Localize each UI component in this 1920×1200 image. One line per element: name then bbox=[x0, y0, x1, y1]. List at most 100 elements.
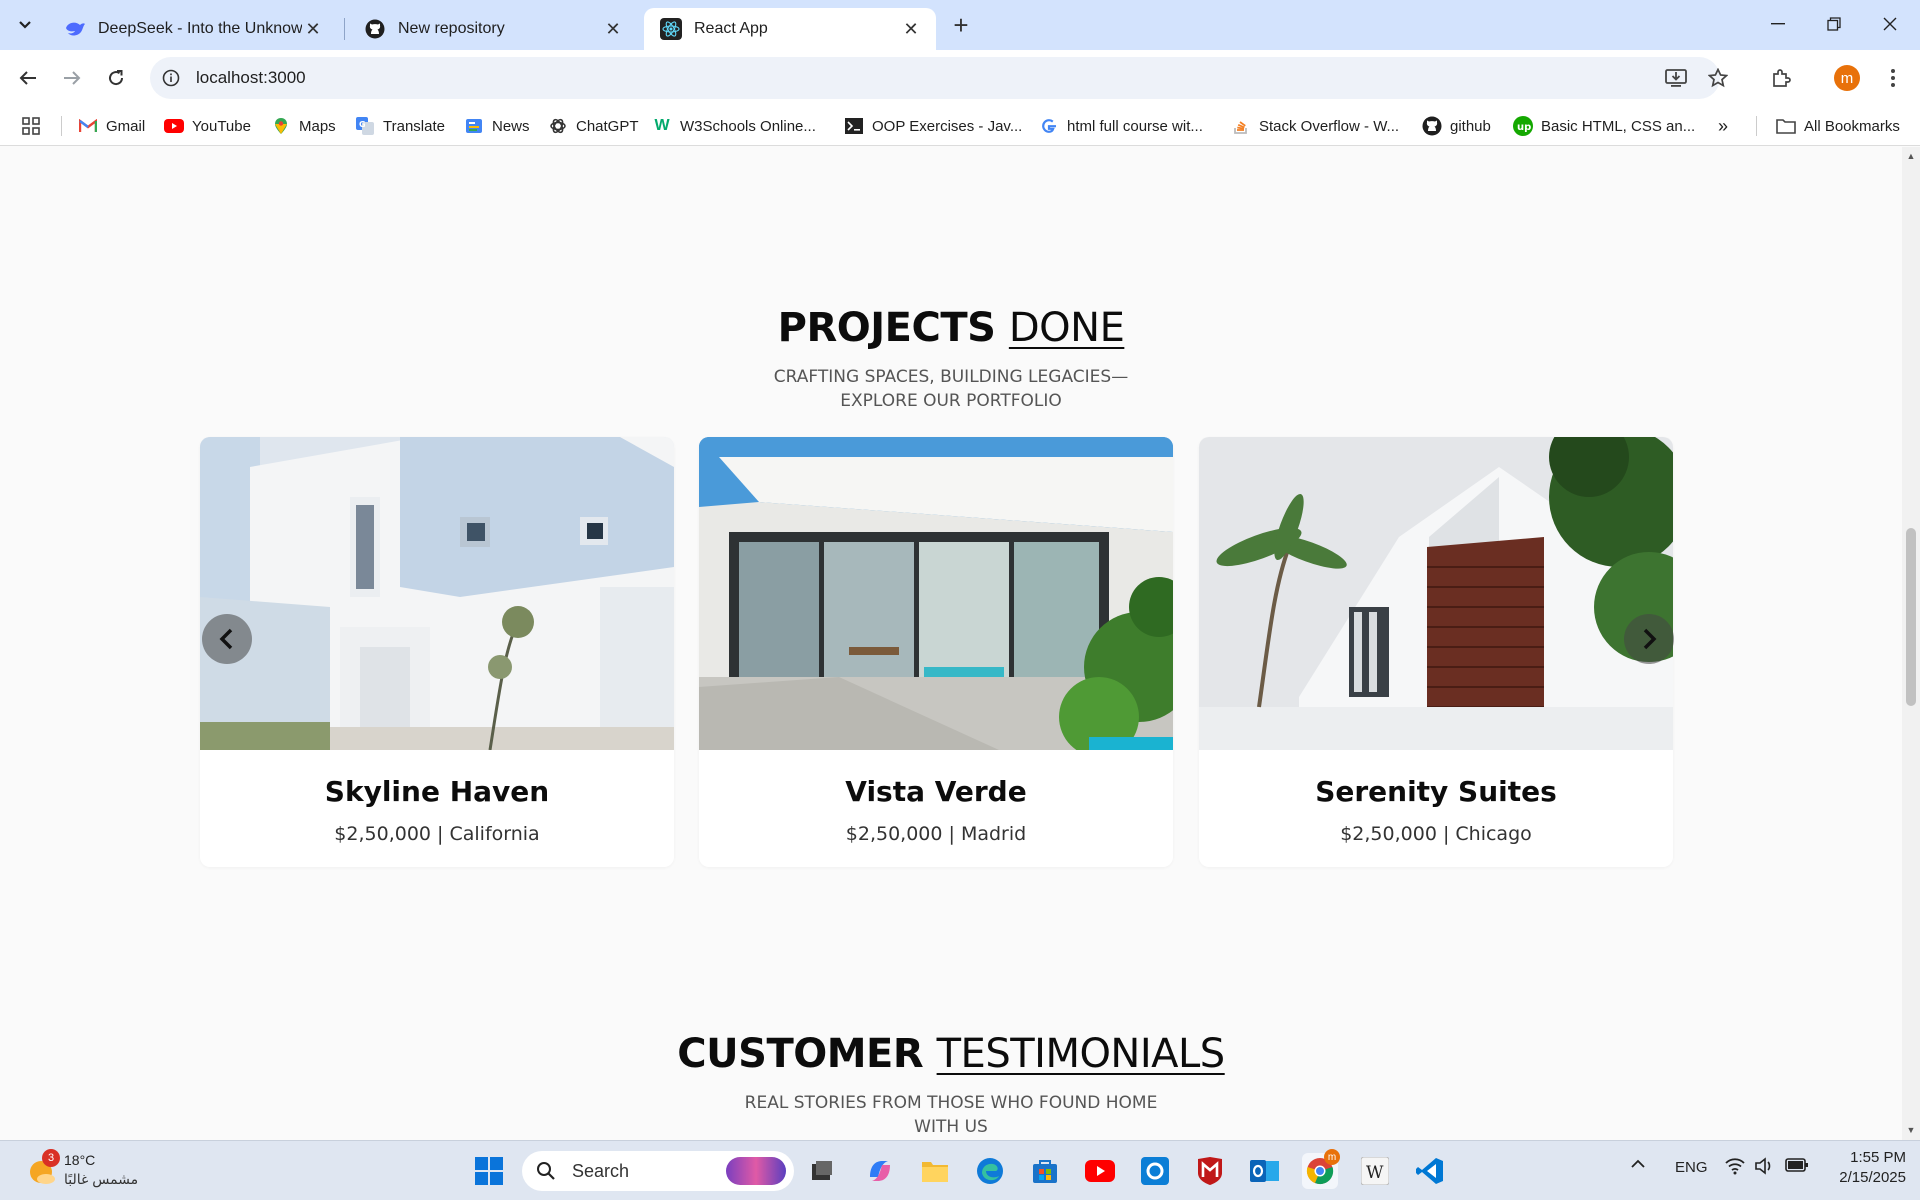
clock-date: 2/15/2025 bbox=[1839, 1169, 1906, 1186]
restore-window-icon[interactable] bbox=[1806, 0, 1862, 48]
volume-icon[interactable] bbox=[1754, 1157, 1776, 1179]
bookmark-label: All Bookmarks bbox=[1804, 117, 1900, 135]
minimize-window-icon[interactable] bbox=[1750, 0, 1806, 48]
upwork-icon: up bbox=[1513, 116, 1533, 136]
battery-icon[interactable] bbox=[1785, 1157, 1809, 1177]
show-hidden-icons-chevron[interactable] bbox=[1630, 1157, 1646, 1174]
close-tab-icon[interactable]: ✕ bbox=[900, 18, 922, 40]
edge-icon[interactable] bbox=[972, 1153, 1008, 1189]
windows-taskbar: 3 18°C مشمس غالبًا Search m W ENG 1:55 P… bbox=[0, 1140, 1920, 1200]
translate-icon: G bbox=[355, 116, 375, 136]
testimonials-subheading: REAL STORIES FROM THOSE WHO FOUND HOME W… bbox=[0, 1091, 1902, 1139]
microsoft-store-icon[interactable] bbox=[1027, 1153, 1063, 1189]
cortana-app-icon[interactable] bbox=[1137, 1153, 1173, 1189]
bookmark-oop-exercises[interactable]: OOP Exercises - Jav... bbox=[844, 114, 1022, 138]
deepseek-icon bbox=[64, 18, 86, 40]
carousel-next-button[interactable] bbox=[1624, 614, 1674, 664]
bookmark-label: html full course wit... bbox=[1067, 117, 1203, 135]
bookmark-w3schools[interactable]: W W3Schools Online... bbox=[652, 114, 816, 138]
task-view-icon[interactable] bbox=[804, 1153, 840, 1189]
svg-text:G: G bbox=[359, 120, 366, 129]
scroll-up-arrow-icon[interactable]: ▲ bbox=[1906, 151, 1916, 161]
close-window-icon[interactable] bbox=[1862, 0, 1918, 48]
all-bookmarks-folder[interactable]: All Bookmarks bbox=[1776, 114, 1900, 138]
bookmark-gmail[interactable]: Gmail bbox=[78, 114, 145, 138]
project-card[interactable]: Serenity Suites $2,50,000 | Chicago bbox=[1199, 437, 1673, 867]
github-icon bbox=[364, 18, 386, 40]
bookmark-github[interactable]: github bbox=[1422, 114, 1491, 138]
bookmarks-bar: Gmail YouTube Maps G Translate News Chat… bbox=[0, 106, 1920, 146]
bookmark-news[interactable]: News bbox=[464, 114, 530, 138]
bookmark-label: OOP Exercises - Jav... bbox=[872, 117, 1023, 135]
svg-text:up: up bbox=[1517, 122, 1531, 133]
bookmark-youtube[interactable]: YouTube bbox=[164, 114, 251, 138]
tab-title: New repository bbox=[398, 20, 505, 37]
carousel-prev-button[interactable] bbox=[202, 614, 252, 664]
extensions-puzzle-icon[interactable] bbox=[1765, 62, 1797, 94]
tab-deepseek[interactable]: DeepSeek - Into the Unknown ✕ bbox=[48, 8, 338, 50]
bookmark-stackoverflow[interactable]: Stack Overflow - W... bbox=[1231, 114, 1399, 138]
copilot-icon[interactable] bbox=[862, 1153, 898, 1189]
bookmark-label: Translate bbox=[383, 117, 445, 135]
project-price-location: $2,50,000 | Madrid bbox=[845, 823, 1027, 845]
search-icon bbox=[537, 1162, 555, 1180]
page-scrollbar[interactable]: ▲ ▼ bbox=[1902, 147, 1920, 1140]
mcafee-icon[interactable] bbox=[1192, 1153, 1228, 1189]
file-explorer-icon[interactable] bbox=[917, 1153, 953, 1189]
clock[interactable]: 1:55 PM 2/15/2025 bbox=[1826, 1149, 1906, 1186]
maps-icon bbox=[271, 116, 291, 136]
projects-heading: PROJECTS DONE bbox=[0, 305, 1902, 351]
bookmark-html-course[interactable]: html full course wit... bbox=[1039, 114, 1203, 138]
close-tab-icon[interactable]: ✕ bbox=[302, 18, 324, 40]
bookmark-maps[interactable]: Maps bbox=[271, 114, 336, 138]
wifi-icon[interactable] bbox=[1724, 1157, 1746, 1179]
chrome-icon[interactable]: m bbox=[1302, 1149, 1340, 1189]
vscode-icon[interactable] bbox=[1412, 1153, 1448, 1189]
windows-start-icon[interactable] bbox=[471, 1153, 507, 1189]
close-tab-icon[interactable]: ✕ bbox=[602, 18, 624, 40]
bookmark-star-icon[interactable] bbox=[1702, 62, 1734, 94]
project-card[interactable]: Skyline Haven $2,50,000 | California bbox=[200, 437, 674, 867]
page-viewport: PROJECTS DONE CRAFTING SPACES, BUILDING … bbox=[0, 147, 1902, 1140]
bookmark-label: YouTube bbox=[192, 117, 251, 135]
new-tab-plus-icon[interactable]: + bbox=[946, 10, 976, 40]
weather-desc: مشمس غالبًا bbox=[64, 1171, 139, 1187]
site-info-icon[interactable] bbox=[150, 69, 192, 87]
taskbar-search-box[interactable]: Search bbox=[522, 1151, 794, 1191]
bookmark-label: ChatGPT bbox=[576, 117, 639, 135]
tab-react-app[interactable]: React App ✕ bbox=[644, 8, 936, 50]
bookmark-translate[interactable]: G Translate bbox=[355, 114, 445, 138]
back-arrow-icon[interactable] bbox=[12, 62, 44, 94]
install-app-icon[interactable] bbox=[1660, 62, 1692, 94]
project-card[interactable]: Vista Verde $2,50,000 | Madrid bbox=[699, 437, 1173, 867]
tab-search-chevron-icon[interactable] bbox=[10, 11, 40, 39]
apps-grid-icon[interactable] bbox=[22, 114, 40, 138]
outlook-icon[interactable] bbox=[1247, 1153, 1283, 1189]
tab-title: DeepSeek - Into the Unknown bbox=[98, 20, 302, 37]
bookmark-basic-html[interactable]: up Basic HTML, CSS an... bbox=[1513, 114, 1695, 138]
weather-badge: 3 bbox=[42, 1149, 60, 1167]
scroll-down-arrow-icon[interactable]: ▼ bbox=[1906, 1125, 1916, 1135]
more-menu-icon[interactable] bbox=[1877, 62, 1909, 94]
bookmark-label: W3Schools Online... bbox=[680, 117, 816, 135]
search-highlight-image bbox=[726, 1157, 786, 1185]
scrollbar-thumb[interactable] bbox=[1906, 528, 1916, 706]
bookmark-label: Basic HTML, CSS an... bbox=[1541, 117, 1696, 135]
tab-title: React App bbox=[694, 20, 768, 37]
weather-widget[interactable]: 3 18°C مشمس غالبًا bbox=[24, 1149, 154, 1191]
project-name: Serenity Suites bbox=[1315, 775, 1557, 808]
profile-avatar[interactable]: m bbox=[1834, 65, 1860, 91]
tab-divider bbox=[344, 18, 345, 40]
stackoverflow-icon bbox=[1231, 116, 1251, 136]
input-language[interactable]: ENG bbox=[1675, 1159, 1708, 1176]
forward-arrow-icon[interactable] bbox=[56, 62, 88, 94]
reload-icon[interactable] bbox=[100, 62, 132, 94]
wikipedia-icon[interactable]: W bbox=[1357, 1153, 1393, 1189]
tab-new-repository[interactable]: New repository ✕ bbox=[348, 8, 638, 50]
youtube-app-icon[interactable] bbox=[1082, 1153, 1118, 1189]
testimonials-subtitle: REAL STORIES FROM THOSE WHO FOUND HOME W… bbox=[744, 1093, 1158, 1137]
more-bookmarks-chevron-icon[interactable]: » bbox=[1718, 114, 1728, 138]
bookmark-chatgpt[interactable]: ChatGPT bbox=[548, 114, 639, 138]
google-icon bbox=[1039, 116, 1059, 136]
address-bar[interactable]: localhost:3000 bbox=[150, 57, 1720, 99]
